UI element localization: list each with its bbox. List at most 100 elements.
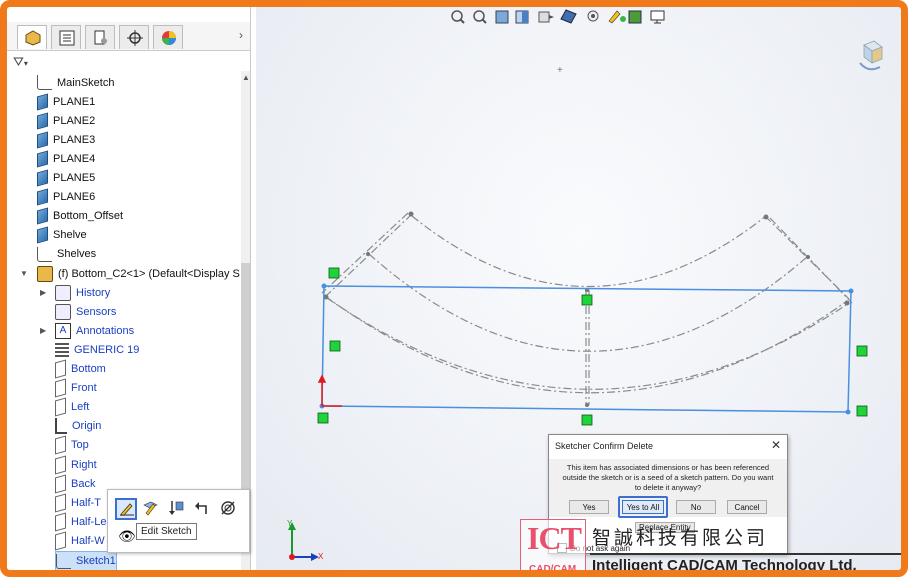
tree-item[interactable]: Bottom <box>55 359 106 379</box>
edit-feature-button[interactable] <box>140 498 162 520</box>
chevron-right-icon[interactable]: › <box>239 28 243 42</box>
tree-item[interactable]: Bottom_Offset <box>37 207 123 226</box>
plane-icon <box>37 169 48 187</box>
tree-item[interactable]: PLANE3 <box>37 130 95 149</box>
annotations-icon: A <box>55 322 71 339</box>
tree-item[interactable]: (f) Bottom_C2<1> (Default<Display Stat <box>37 264 240 283</box>
tree-item[interactable]: Left <box>55 397 90 417</box>
tab-displaymanager[interactable] <box>153 25 183 49</box>
tree-item-label: PLANE4 <box>53 152 96 165</box>
scroll-up-icon[interactable]: ▲ <box>242 73 250 82</box>
expand-icon[interactable]: ▶ <box>40 288 46 297</box>
appearance-pie-icon <box>162 31 176 45</box>
plane-outline-icon <box>55 359 66 379</box>
plane-icon <box>37 93 48 111</box>
tree-item[interactable]: Shelve <box>37 226 87 245</box>
relation-fixed-icon[interactable] <box>317 412 329 424</box>
tree-item[interactable]: PLANE4 <box>37 149 95 168</box>
tree-item-label: PLANE1 <box>53 95 96 108</box>
tree-item[interactable]: Half-W <box>55 531 105 551</box>
tree-item[interactable]: Front <box>55 378 97 398</box>
tree-item[interactable]: PLANE6 <box>37 188 95 207</box>
tree-item-label: Shelve <box>53 229 87 242</box>
relation-vertical-icon-2[interactable] <box>856 345 868 357</box>
tree-item-label: (f) Bottom_C2<1> (Default<Display Stat <box>58 267 240 280</box>
tree-item[interactable]: GENERIC 19 <box>55 340 139 359</box>
plane-icon <box>37 226 48 244</box>
feature-manager-panel: › ⛛▾ MainSketch PLANE1 PLANE2 PLANE3 PLANE4 P… <box>7 7 251 570</box>
sketch-icon <box>37 246 52 262</box>
tab-featuremanager[interactable] <box>17 25 47 49</box>
suppress-button[interactable] <box>218 498 240 520</box>
plane-icon <box>37 150 48 168</box>
tree-item-label: Half-W <box>71 534 105 547</box>
yes-to-all-button[interactable]: Yes to All <box>622 500 664 514</box>
plane-outline-icon <box>55 474 66 494</box>
tree-item-label: Left <box>71 401 90 414</box>
plane-outline-icon <box>55 378 66 398</box>
tree-item-label: Origin <box>72 420 102 433</box>
relation-vertical-icon[interactable] <box>329 340 341 352</box>
plane-outline-icon <box>55 531 66 551</box>
cancel-button[interactable]: Cancel <box>727 500 767 514</box>
filter-icon[interactable]: ⛛▾ <box>13 54 28 70</box>
tree-item-label: Shelves <box>57 248 97 261</box>
tab-propertymanager[interactable] <box>51 25 81 49</box>
no-button[interactable]: No <box>676 500 716 514</box>
tree-item[interactable]: A Annotations <box>55 321 134 340</box>
relation-perpendicular-icon-2[interactable] <box>856 405 868 417</box>
plane-outline-icon <box>55 493 66 513</box>
tree-item[interactable]: PLANE1 <box>37 92 95 111</box>
rollback-icon <box>169 501 184 515</box>
rollback-button[interactable] <box>166 498 188 520</box>
relation-horizontal-icon[interactable] <box>581 294 593 306</box>
plane-outline-icon <box>55 512 66 532</box>
yes-button[interactable]: Yes <box>569 500 609 514</box>
centerline-left-2[interactable] <box>321 212 409 294</box>
tree-item[interactable]: PLANE2 <box>37 111 95 130</box>
tree-item-label: Sketch1 <box>76 555 116 567</box>
tree-item[interactable]: History <box>55 283 110 302</box>
close-icon[interactable]: ✕ <box>771 438 781 452</box>
edit-sketch-tooltip: Edit Sketch <box>136 523 197 540</box>
tree-item-label: GENERIC 19 <box>74 343 140 356</box>
company-name-english: Intelligent CAD/CAM Technology Ltd. <box>592 557 857 574</box>
collapse-icon[interactable]: ▼ <box>20 269 28 278</box>
tree-item-label: Right <box>71 458 97 471</box>
suppress-icon <box>221 501 235 515</box>
tree-item[interactable]: PLANE5 <box>37 169 95 188</box>
parent-child-button[interactable] <box>192 498 214 520</box>
context-toolbar: 👁 <box>107 489 250 553</box>
pencil-icon <box>120 503 134 516</box>
tab-dimxpert[interactable] <box>119 25 149 49</box>
triad-y-label: Y <box>287 519 293 528</box>
plane-icon <box>37 112 48 130</box>
relation-horizontal-icon-2[interactable] <box>581 414 593 426</box>
tree-item[interactable]: MainSketch <box>37 73 114 92</box>
expand-icon[interactable]: ▶ <box>40 326 46 335</box>
tree-item[interactable]: Back <box>55 474 95 494</box>
part-icon <box>37 265 53 282</box>
centerline-arc-upper[interactable] <box>411 215 767 287</box>
panel-tabs: › <box>7 22 250 51</box>
eye-icon[interactable]: 👁 <box>118 528 136 545</box>
relation-perpendicular-icon[interactable] <box>328 267 340 279</box>
edit-feature-icon <box>143 501 158 516</box>
tree-item[interactable]: Origin <box>55 417 101 436</box>
tree-item[interactable]: Shelves <box>37 245 96 264</box>
material-icon <box>55 342 69 357</box>
tree-item[interactable]: Sensors <box>55 302 116 321</box>
tree-item-label: PLANE2 <box>53 114 96 127</box>
tree-item[interactable]: Sketch1 <box>55 550 117 570</box>
scrollbar-thumb[interactable] <box>241 263 250 523</box>
company-watermark: ICT CAD/CAM 智誠科技有限公司 Intelligent CAD/CAM… <box>520 517 901 574</box>
origin-icon <box>55 418 67 435</box>
tab-configurationmanager[interactable] <box>85 25 115 49</box>
tree-item[interactable]: Half-T <box>55 493 101 513</box>
tree-item[interactable]: Half-Le <box>55 512 106 532</box>
company-name-chinese: 智誠科技有限公司 <box>592 527 769 549</box>
tree-item-label: PLANE5 <box>53 172 96 184</box>
tree-item[interactable]: Top <box>55 435 89 455</box>
edit-sketch-button[interactable] <box>115 498 137 520</box>
tree-item[interactable]: Right <box>55 455 97 474</box>
